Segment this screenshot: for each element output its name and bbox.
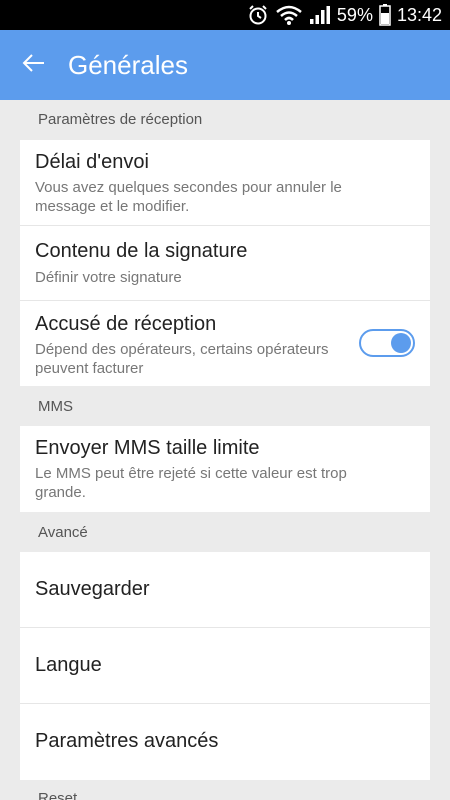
setting-mms-size-limit[interactable]: Envoyer MMS taille limite Le MMS peut êt…: [20, 426, 430, 512]
section-header-mms: MMS: [38, 398, 73, 415]
section-header-reception: Paramètres de réception: [38, 111, 203, 128]
wifi-icon: [275, 4, 303, 26]
setting-title: Contenu de la signature: [35, 240, 248, 262]
setting-title: Langue: [35, 654, 102, 676]
arrow-back-icon: [22, 51, 46, 80]
clock-time: 13:42: [396, 4, 442, 25]
setting-subtitle: Le MMS peut être rejeté si cette valeur …: [35, 465, 347, 501]
setting-delivery-report[interactable]: Accusé de réception Dépend des opérateur…: [20, 301, 430, 386]
card-mms: Envoyer MMS taille limite Le MMS peut êt…: [20, 426, 430, 512]
setting-subtitle: Définir votre signature: [35, 269, 182, 286]
setting-subtitle: Vous avez quelques secondes pour annuler…: [35, 179, 342, 215]
card-reception: Délai d'envoi Vous avez quelques seconde…: [20, 140, 430, 386]
setting-send-delay[interactable]: Délai d'envoi Vous avez quelques seconde…: [20, 140, 430, 226]
battery-percent: 59%: [336, 4, 373, 25]
battery-icon: [379, 4, 391, 26]
setting-title: Accusé de réception: [35, 313, 217, 335]
delivery-report-toggle[interactable]: [359, 329, 415, 357]
card-advanced: Sauvegarder Langue Paramètres avancés: [20, 552, 430, 780]
section-header-advanced: Avancé: [38, 524, 88, 541]
setting-language[interactable]: Langue: [20, 628, 430, 704]
setting-signature[interactable]: Contenu de la signature Définir votre si…: [20, 226, 430, 301]
setting-title: Paramètres avancés: [35, 730, 219, 752]
setting-advanced-params[interactable]: Paramètres avancés: [20, 704, 430, 780]
alarm-icon: [247, 4, 269, 26]
app-bar: Générales: [0, 30, 450, 100]
signal-icon: [309, 5, 331, 25]
setting-title: Envoyer MMS taille limite: [35, 437, 260, 459]
setting-subtitle: Dépend des opérateurs, certains opérateu…: [35, 341, 329, 377]
section-header-reset: Reset: [38, 790, 78, 800]
setting-title: Délai d'envoi: [35, 151, 149, 173]
toggle-knob: [391, 333, 411, 353]
back-button[interactable]: [0, 30, 68, 100]
setting-backup[interactable]: Sauvegarder: [20, 552, 430, 628]
page-title: Générales: [68, 49, 188, 80]
setting-title: Sauvegarder: [35, 578, 150, 600]
status-bar: 59% 13:42: [0, 0, 450, 30]
